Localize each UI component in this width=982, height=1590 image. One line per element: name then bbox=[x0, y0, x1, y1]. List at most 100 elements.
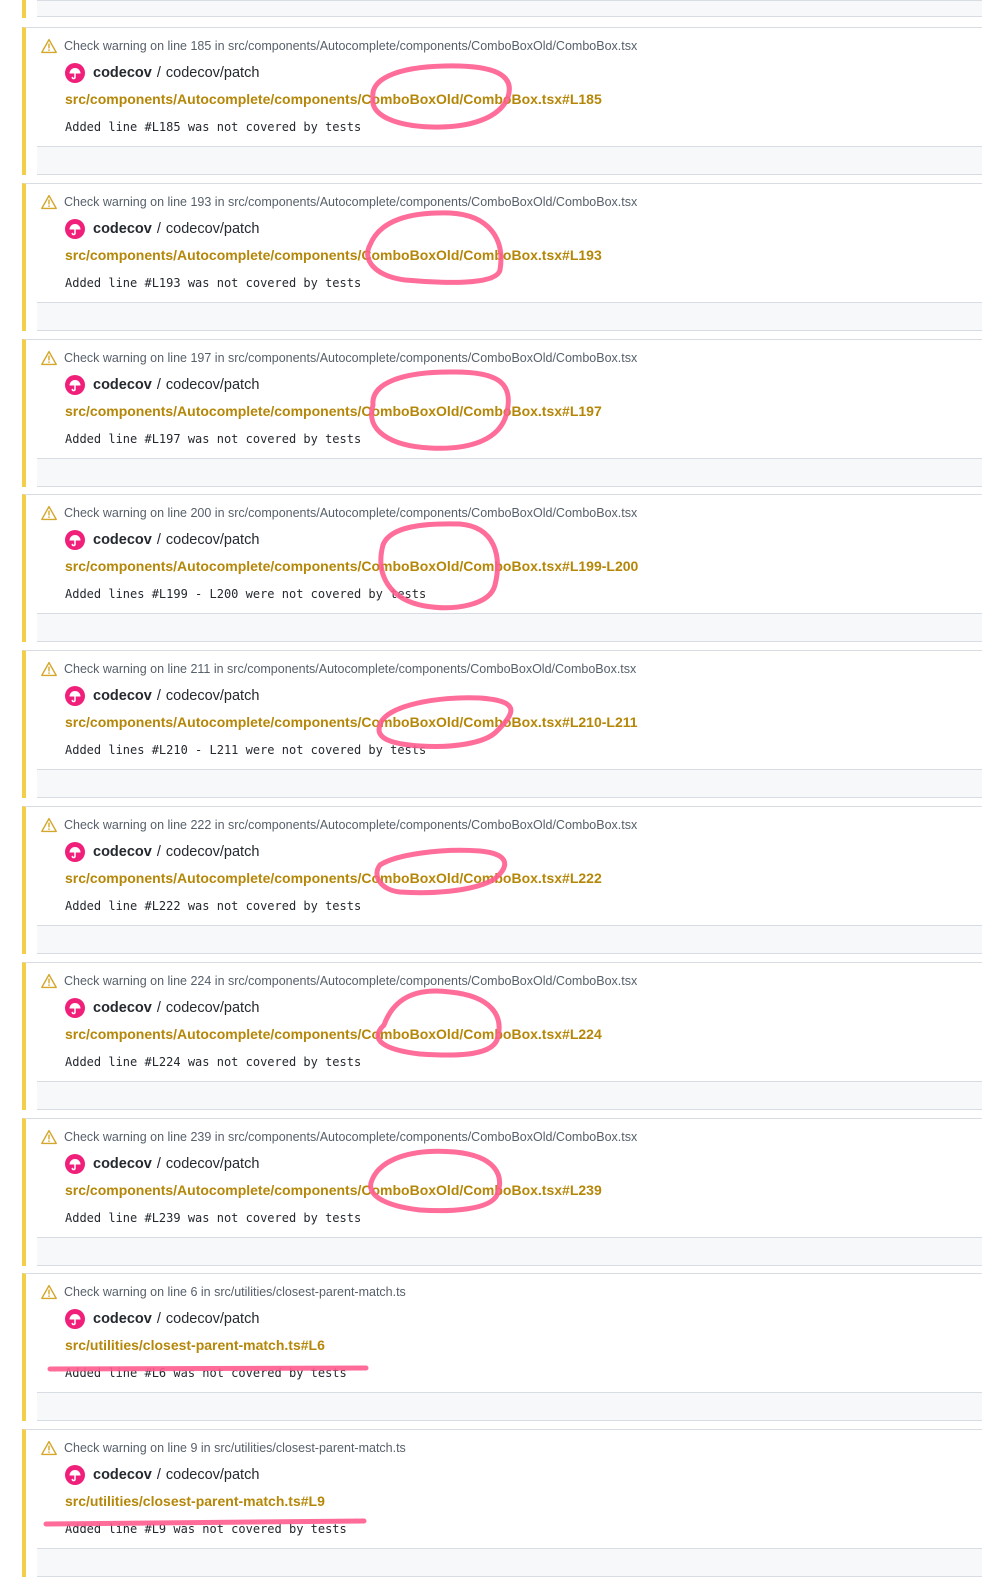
check-annotation: Check warning on line 6 in src/utilities… bbox=[22, 1273, 982, 1421]
app-separator: / bbox=[156, 377, 161, 393]
check-name: codecov/patch bbox=[165, 1311, 260, 1327]
app-separator: / bbox=[156, 688, 161, 704]
file-link[interactable]: src/components/Autocomplete/components/C… bbox=[65, 247, 602, 263]
check-name: codecov/patch bbox=[165, 1000, 260, 1016]
annotation-message: Added line #L9 was not covered by tests bbox=[65, 1522, 347, 1536]
warning-text: Check warning on line 9 in src/utilities… bbox=[64, 1441, 406, 1455]
warning-header: Check warning on line 224 in src/compone… bbox=[41, 972, 637, 990]
app-separator: / bbox=[156, 221, 161, 237]
codecov-umbrella-icon[interactable] bbox=[65, 1309, 85, 1329]
app-name[interactable]: codecov bbox=[93, 1311, 152, 1327]
alert-triangle-icon bbox=[41, 817, 57, 833]
codecov-umbrella-icon[interactable] bbox=[65, 530, 85, 550]
file-link[interactable]: src/components/Autocomplete/components/C… bbox=[65, 714, 638, 730]
check-annotation: Check warning on line 239 in src/compone… bbox=[22, 1118, 982, 1266]
warning-text: Check warning on line 224 in src/compone… bbox=[64, 974, 638, 988]
annotation-footer bbox=[37, 769, 982, 798]
annotation-message: Added line #L185 was not covered by test… bbox=[65, 120, 362, 134]
check-annotation: Check warning on line 9 in src/utilities… bbox=[22, 1429, 982, 1577]
codecov-umbrella-icon[interactable] bbox=[65, 1154, 85, 1174]
warning-header: Check warning on line 185 in src/compone… bbox=[41, 37, 637, 55]
annotation-footer bbox=[37, 613, 982, 642]
check-name: codecov/patch bbox=[165, 532, 260, 548]
codecov-umbrella-icon[interactable] bbox=[65, 219, 85, 239]
annotation-message: Added lines #L210 - L211 were not covere… bbox=[65, 743, 427, 757]
app-separator: / bbox=[156, 65, 161, 81]
alert-triangle-icon bbox=[41, 973, 57, 989]
check-name: codecov/patch bbox=[165, 221, 260, 237]
file-link[interactable]: src/components/Autocomplete/components/C… bbox=[65, 403, 602, 419]
warning-text: Check warning on line 6 in src/utilities… bbox=[64, 1285, 406, 1299]
annotation-footer bbox=[37, 458, 982, 487]
app-name[interactable]: codecov bbox=[93, 1467, 152, 1483]
file-link[interactable]: src/components/Autocomplete/components/C… bbox=[65, 1182, 602, 1198]
warning-header: Check warning on line 222 in src/compone… bbox=[41, 816, 637, 834]
file-link[interactable]: src/components/Autocomplete/components/C… bbox=[65, 558, 638, 574]
codecov-umbrella-icon[interactable] bbox=[65, 1465, 85, 1485]
app-name[interactable]: codecov bbox=[93, 65, 152, 81]
annotation-message: Added line #L197 was not covered by test… bbox=[65, 432, 362, 446]
annotation-footer bbox=[37, 1548, 982, 1577]
warning-text: Check warning on line 211 in src/compone… bbox=[64, 662, 637, 676]
warning-text: Check warning on line 193 in src/compone… bbox=[64, 195, 638, 209]
app-separator: / bbox=[156, 532, 161, 548]
app-name[interactable]: codecov bbox=[93, 1156, 152, 1172]
check-annotation: Check warning on line 185 in src/compone… bbox=[22, 27, 982, 175]
warning-text: Check warning on line 200 in src/compone… bbox=[64, 506, 638, 520]
check-annotation: Check warning on line 193 in src/compone… bbox=[22, 183, 982, 331]
file-link[interactable]: src/components/Autocomplete/components/C… bbox=[65, 91, 602, 107]
annotation-message: Added line #L193 was not covered by test… bbox=[65, 276, 362, 290]
annotation-footer bbox=[37, 1081, 982, 1110]
annotation-footer bbox=[37, 925, 982, 954]
warning-header: Check warning on line 197 in src/compone… bbox=[41, 349, 637, 367]
alert-triangle-icon bbox=[41, 1440, 57, 1456]
app-separator: / bbox=[156, 844, 161, 860]
alert-triangle-icon bbox=[41, 1129, 57, 1145]
annotation-footer bbox=[37, 0, 982, 17]
check-name: codecov/patch bbox=[165, 844, 260, 860]
previous-check-annotation bbox=[22, 0, 982, 18]
file-link[interactable]: src/components/Autocomplete/components/C… bbox=[65, 1026, 602, 1042]
check-name: codecov/patch bbox=[165, 688, 260, 704]
annotation-footer bbox=[37, 1237, 982, 1266]
warning-header: Check warning on line 239 in src/compone… bbox=[41, 1128, 637, 1146]
check-source: codecov / codecov/patch bbox=[65, 374, 259, 396]
alert-triangle-icon bbox=[41, 1284, 57, 1300]
warning-header: Check warning on line 211 in src/compone… bbox=[41, 660, 636, 678]
annotation-message: Added line #L6 was not covered by tests bbox=[65, 1366, 347, 1380]
file-link[interactable]: src/utilities/closest-parent-match.ts#L6 bbox=[65, 1337, 325, 1353]
check-annotation: Check warning on line 222 in src/compone… bbox=[22, 806, 982, 954]
check-name: codecov/patch bbox=[165, 1467, 260, 1483]
app-separator: / bbox=[156, 1311, 161, 1327]
warning-text: Check warning on line 239 in src/compone… bbox=[64, 1130, 638, 1144]
warning-header: Check warning on line 193 in src/compone… bbox=[41, 193, 637, 211]
annotation-message: Added line #L239 was not covered by test… bbox=[65, 1211, 362, 1225]
app-name[interactable]: codecov bbox=[93, 221, 152, 237]
codecov-umbrella-icon[interactable] bbox=[65, 686, 85, 706]
annotation-message: Added line #L224 was not covered by test… bbox=[65, 1055, 362, 1069]
annotation-footer bbox=[37, 146, 982, 175]
alert-triangle-icon bbox=[41, 661, 57, 677]
warning-header: Check warning on line 200 in src/compone… bbox=[41, 504, 637, 522]
file-link[interactable]: src/utilities/closest-parent-match.ts#L9 bbox=[65, 1493, 325, 1509]
check-name: codecov/patch bbox=[165, 65, 260, 81]
check-source: codecov / codecov/patch bbox=[65, 218, 259, 240]
file-link[interactable]: src/components/Autocomplete/components/C… bbox=[65, 870, 602, 886]
app-name[interactable]: codecov bbox=[93, 377, 152, 393]
app-name[interactable]: codecov bbox=[93, 532, 152, 548]
warning-header: Check warning on line 9 in src/utilities… bbox=[41, 1439, 406, 1457]
app-name[interactable]: codecov bbox=[93, 688, 152, 704]
check-name: codecov/patch bbox=[165, 1156, 260, 1172]
app-name[interactable]: codecov bbox=[93, 1000, 152, 1016]
check-source: codecov / codecov/patch bbox=[65, 1308, 259, 1330]
app-name[interactable]: codecov bbox=[93, 844, 152, 860]
check-annotation: Check warning on line 211 in src/compone… bbox=[22, 650, 982, 798]
check-source: codecov / codecov/patch bbox=[65, 62, 259, 84]
warning-text: Check warning on line 185 in src/compone… bbox=[64, 39, 638, 53]
codecov-umbrella-icon[interactable] bbox=[65, 375, 85, 395]
codecov-umbrella-icon[interactable] bbox=[65, 842, 85, 862]
codecov-umbrella-icon[interactable] bbox=[65, 998, 85, 1018]
annotation-message: Added line #L222 was not covered by test… bbox=[65, 899, 362, 913]
codecov-umbrella-icon[interactable] bbox=[65, 63, 85, 83]
check-annotation: Check warning on line 197 in src/compone… bbox=[22, 339, 982, 487]
